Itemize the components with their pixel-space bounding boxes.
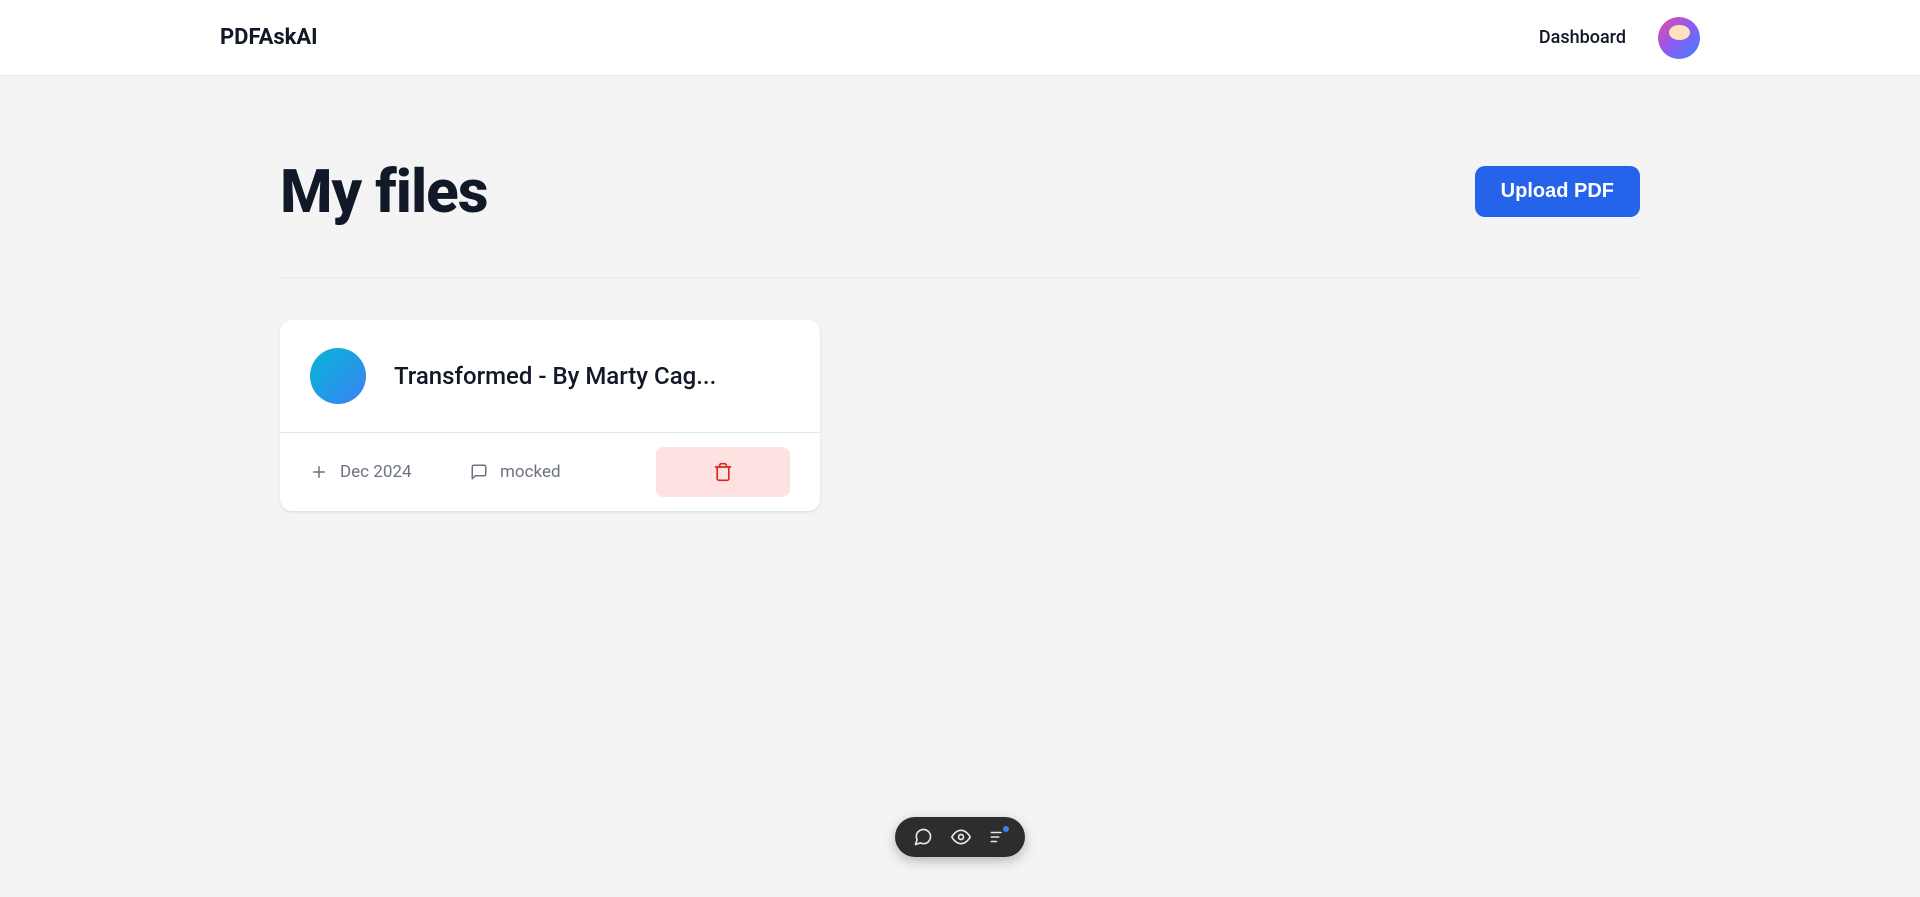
file-name: Transformed - By Marty Cag... xyxy=(394,362,716,390)
page-header: My files Upload PDF xyxy=(280,156,1640,278)
file-date-meta: Dec 2024 xyxy=(310,462,470,482)
message-icon xyxy=(470,463,488,481)
trash-icon xyxy=(713,462,733,482)
file-card: Transformed - By Marty Cag... Dec 2024 m… xyxy=(280,320,820,511)
toolbar-settings-icon[interactable] xyxy=(989,828,1007,846)
plus-icon xyxy=(310,463,328,481)
avatar[interactable] xyxy=(1658,17,1700,59)
file-date: Dec 2024 xyxy=(340,462,412,482)
page-title: My files xyxy=(280,156,488,227)
upload-pdf-button[interactable]: Upload PDF xyxy=(1475,166,1640,217)
file-card-meta: Dec 2024 mocked xyxy=(280,432,820,511)
nav-dashboard[interactable]: Dashboard xyxy=(1539,27,1626,48)
file-card-link[interactable]: Transformed - By Marty Cag... xyxy=(280,320,820,432)
file-status: mocked xyxy=(500,462,561,482)
file-icon xyxy=(310,348,366,404)
logo[interactable]: PDFAskAI xyxy=(220,25,318,50)
header-right: Dashboard xyxy=(1539,17,1700,59)
file-status-meta: mocked xyxy=(470,462,630,482)
toolbar-chat-icon[interactable] xyxy=(913,827,933,847)
main-content: My files Upload PDF Transformed - By Mar… xyxy=(120,76,1800,511)
app-header: PDFAskAI Dashboard xyxy=(0,0,1920,76)
delete-section xyxy=(630,447,790,497)
toolbar-eye-icon[interactable] xyxy=(951,827,971,847)
delete-button[interactable] xyxy=(656,447,790,497)
floating-toolbar xyxy=(895,817,1025,857)
